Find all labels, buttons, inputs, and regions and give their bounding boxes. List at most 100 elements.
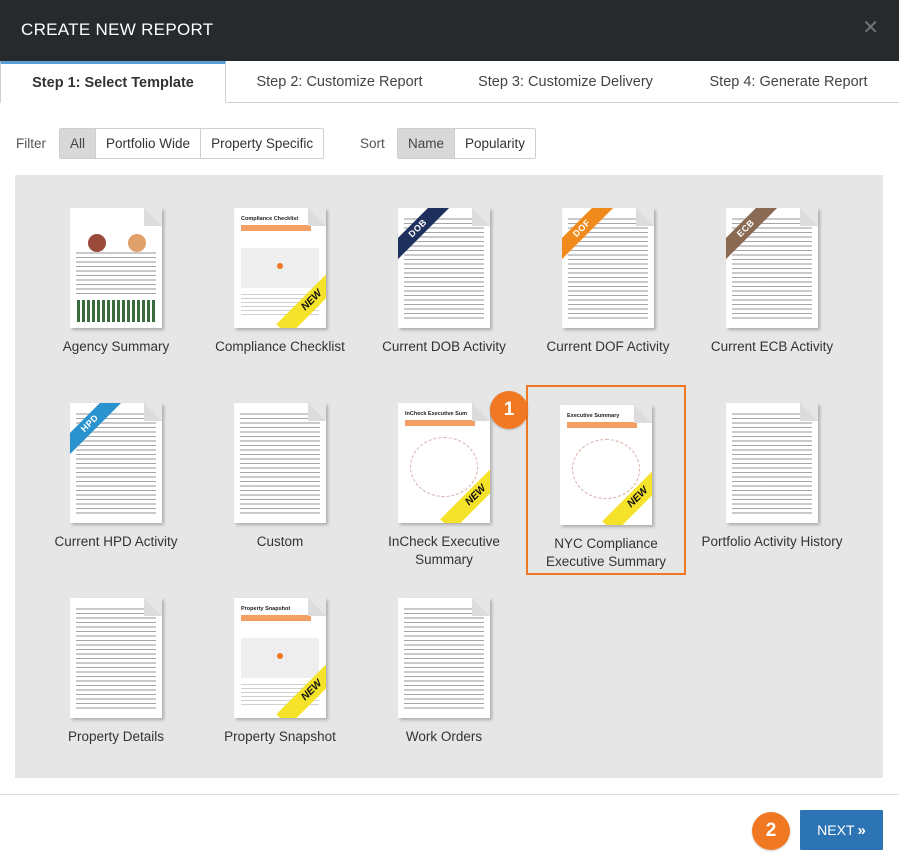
document-preview-icon bbox=[398, 598, 490, 718]
template-label: Current DOB Activity bbox=[382, 339, 506, 354]
template-thumbnail bbox=[234, 403, 326, 523]
step-marker-2: 2 bbox=[752, 812, 790, 850]
new-badge: NEW bbox=[592, 465, 652, 525]
template-tile[interactable]: InCheck Executive Sum NEW InCheck Executiv… bbox=[364, 403, 524, 593]
document-preview-icon bbox=[70, 598, 162, 718]
document-preview-icon: DOB bbox=[398, 208, 490, 328]
template-thumbnail: HPD bbox=[70, 403, 162, 523]
template-tile[interactable]: ECB Current ECB Activity bbox=[692, 208, 852, 398]
new-badge-label: NEW bbox=[276, 658, 326, 718]
template-label: Property Details bbox=[67, 729, 165, 744]
template-thumbnail: DOB bbox=[398, 208, 490, 328]
next-button-label: NEXT bbox=[817, 822, 855, 838]
template-tile[interactable]: Property Snapshot NEW Property Snapshot bbox=[200, 598, 360, 788]
ribbon-label: HPD bbox=[70, 403, 124, 457]
agency-ribbon: DOB bbox=[398, 208, 452, 262]
preview-subtitle-bar bbox=[241, 615, 311, 621]
next-button[interactable]: NEXT» bbox=[800, 810, 883, 850]
sort-option-name[interactable]: Name bbox=[398, 129, 455, 158]
filter-group: All Portfolio Wide Property Specific bbox=[59, 128, 325, 159]
document-preview-icon: ECB bbox=[726, 208, 818, 328]
template-label: Current DOF Activity bbox=[546, 339, 670, 354]
template-label: Portfolio Activity History bbox=[701, 534, 843, 549]
document-preview-icon bbox=[726, 403, 818, 523]
filter-label: Filter bbox=[16, 136, 46, 151]
page-fold bbox=[800, 208, 818, 226]
preview-doc-title: Executive Summary bbox=[567, 413, 620, 419]
page-fold bbox=[308, 403, 326, 421]
pie-chart-icon bbox=[128, 234, 146, 252]
template-tile[interactable]: Work Orders bbox=[364, 598, 524, 788]
template-thumbnail: Compliance Checklist NEW bbox=[234, 208, 326, 328]
document-preview-icon: Property Snapshot NEW bbox=[234, 598, 326, 718]
preview-doc-title: Compliance Checklist bbox=[241, 216, 299, 222]
new-badge-label: NEW bbox=[602, 465, 652, 525]
template-tile[interactable]: DOF Current DOF Activity bbox=[528, 208, 688, 398]
dialog-title: CREATE NEW REPORT bbox=[21, 20, 214, 39]
page-fold bbox=[634, 405, 652, 423]
document-preview-icon: HPD bbox=[70, 403, 162, 523]
agency-ribbon: ECB bbox=[726, 208, 780, 262]
template-thumbnail bbox=[398, 598, 490, 718]
close-icon[interactable]: ✕ bbox=[862, 18, 879, 38]
template-thumbnail bbox=[70, 208, 162, 328]
document-preview-icon: InCheck Executive Sum NEW bbox=[398, 403, 490, 523]
document-preview-icon bbox=[70, 208, 162, 328]
preview-rows bbox=[240, 413, 320, 517]
filter-sort-bar: Filter All Portfolio Wide Property Speci… bbox=[0, 128, 899, 159]
template-tile[interactable]: Compliance Checklist NEW Compliance Checkl… bbox=[200, 208, 360, 398]
document-preview-icon bbox=[234, 403, 326, 523]
template-thumbnail bbox=[70, 598, 162, 718]
tab-generate-report[interactable]: Step 4: Generate Report bbox=[678, 61, 899, 103]
page-fold bbox=[144, 208, 162, 226]
preview-subtitle-bar bbox=[567, 422, 637, 428]
filter-option-portfolio-wide[interactable]: Portfolio Wide bbox=[95, 129, 201, 158]
ribbon-label: DOF bbox=[562, 208, 616, 262]
template-tile[interactable]: Custom bbox=[200, 403, 360, 593]
preview-subtitle-bar bbox=[241, 225, 311, 231]
preview-rows bbox=[732, 413, 812, 517]
agency-ribbon: DOF bbox=[562, 208, 616, 262]
template-thumbnail: Property Snapshot NEW bbox=[234, 598, 326, 718]
template-tile[interactable]: Portfolio Activity History bbox=[692, 403, 852, 593]
new-badge: NEW bbox=[430, 463, 490, 523]
document-preview-icon: Compliance Checklist NEW bbox=[234, 208, 326, 328]
template-tile[interactable]: Property Details bbox=[36, 598, 196, 788]
template-tile[interactable]: DOB Current DOB Activity bbox=[364, 208, 524, 398]
template-label: Work Orders bbox=[405, 729, 483, 744]
template-label: Current HPD Activity bbox=[54, 534, 178, 549]
tab-select-template[interactable]: Step 1: Select Template bbox=[0, 61, 226, 103]
ribbon-label: DOB bbox=[398, 208, 452, 262]
preview-rows bbox=[76, 608, 156, 712]
footer-divider bbox=[0, 794, 899, 795]
pie-chart-icon bbox=[88, 234, 106, 252]
step-tabs: Step 1: Select Template Step 2: Customiz… bbox=[0, 61, 899, 103]
page-fold bbox=[472, 403, 490, 421]
page-fold bbox=[144, 403, 162, 421]
page-fold bbox=[472, 598, 490, 616]
template-label: Current ECB Activity bbox=[710, 339, 834, 354]
step-marker-1: 1 bbox=[490, 391, 528, 429]
sort-option-popularity[interactable]: Popularity bbox=[454, 129, 536, 158]
template-tile[interactable]: Agency Summary bbox=[36, 208, 196, 398]
template-label: InCheck Executive Summary bbox=[388, 534, 500, 567]
bar-chart-icon bbox=[77, 300, 155, 322]
template-tile[interactable]: Executive Summary NEW NYC Compliance Execu… bbox=[526, 385, 686, 575]
template-grid: Agency Summary Compliance Checklist NEW Com… bbox=[15, 175, 883, 778]
tab-customize-report[interactable]: Step 2: Customize Report bbox=[226, 61, 453, 103]
preview-rows bbox=[404, 608, 484, 712]
sort-group: Name Popularity bbox=[397, 128, 537, 159]
preview-rows bbox=[76, 252, 156, 294]
new-badge: NEW bbox=[266, 268, 326, 328]
tab-customize-delivery[interactable]: Step 3: Customize Delivery bbox=[453, 61, 678, 103]
filter-option-property-specific[interactable]: Property Specific bbox=[200, 129, 324, 158]
double-chevron-right-icon: » bbox=[857, 822, 866, 839]
template-label: NYC Compliance Executive Summary bbox=[545, 536, 667, 569]
template-tile[interactable]: HPD Current HPD Activity bbox=[36, 403, 196, 593]
filter-option-all[interactable]: All bbox=[60, 129, 96, 158]
preview-subtitle-bar bbox=[405, 420, 475, 426]
page-fold bbox=[800, 403, 818, 421]
template-label: Custom bbox=[256, 534, 304, 549]
new-badge-label: NEW bbox=[440, 463, 490, 523]
sort-label: Sort bbox=[360, 136, 385, 151]
